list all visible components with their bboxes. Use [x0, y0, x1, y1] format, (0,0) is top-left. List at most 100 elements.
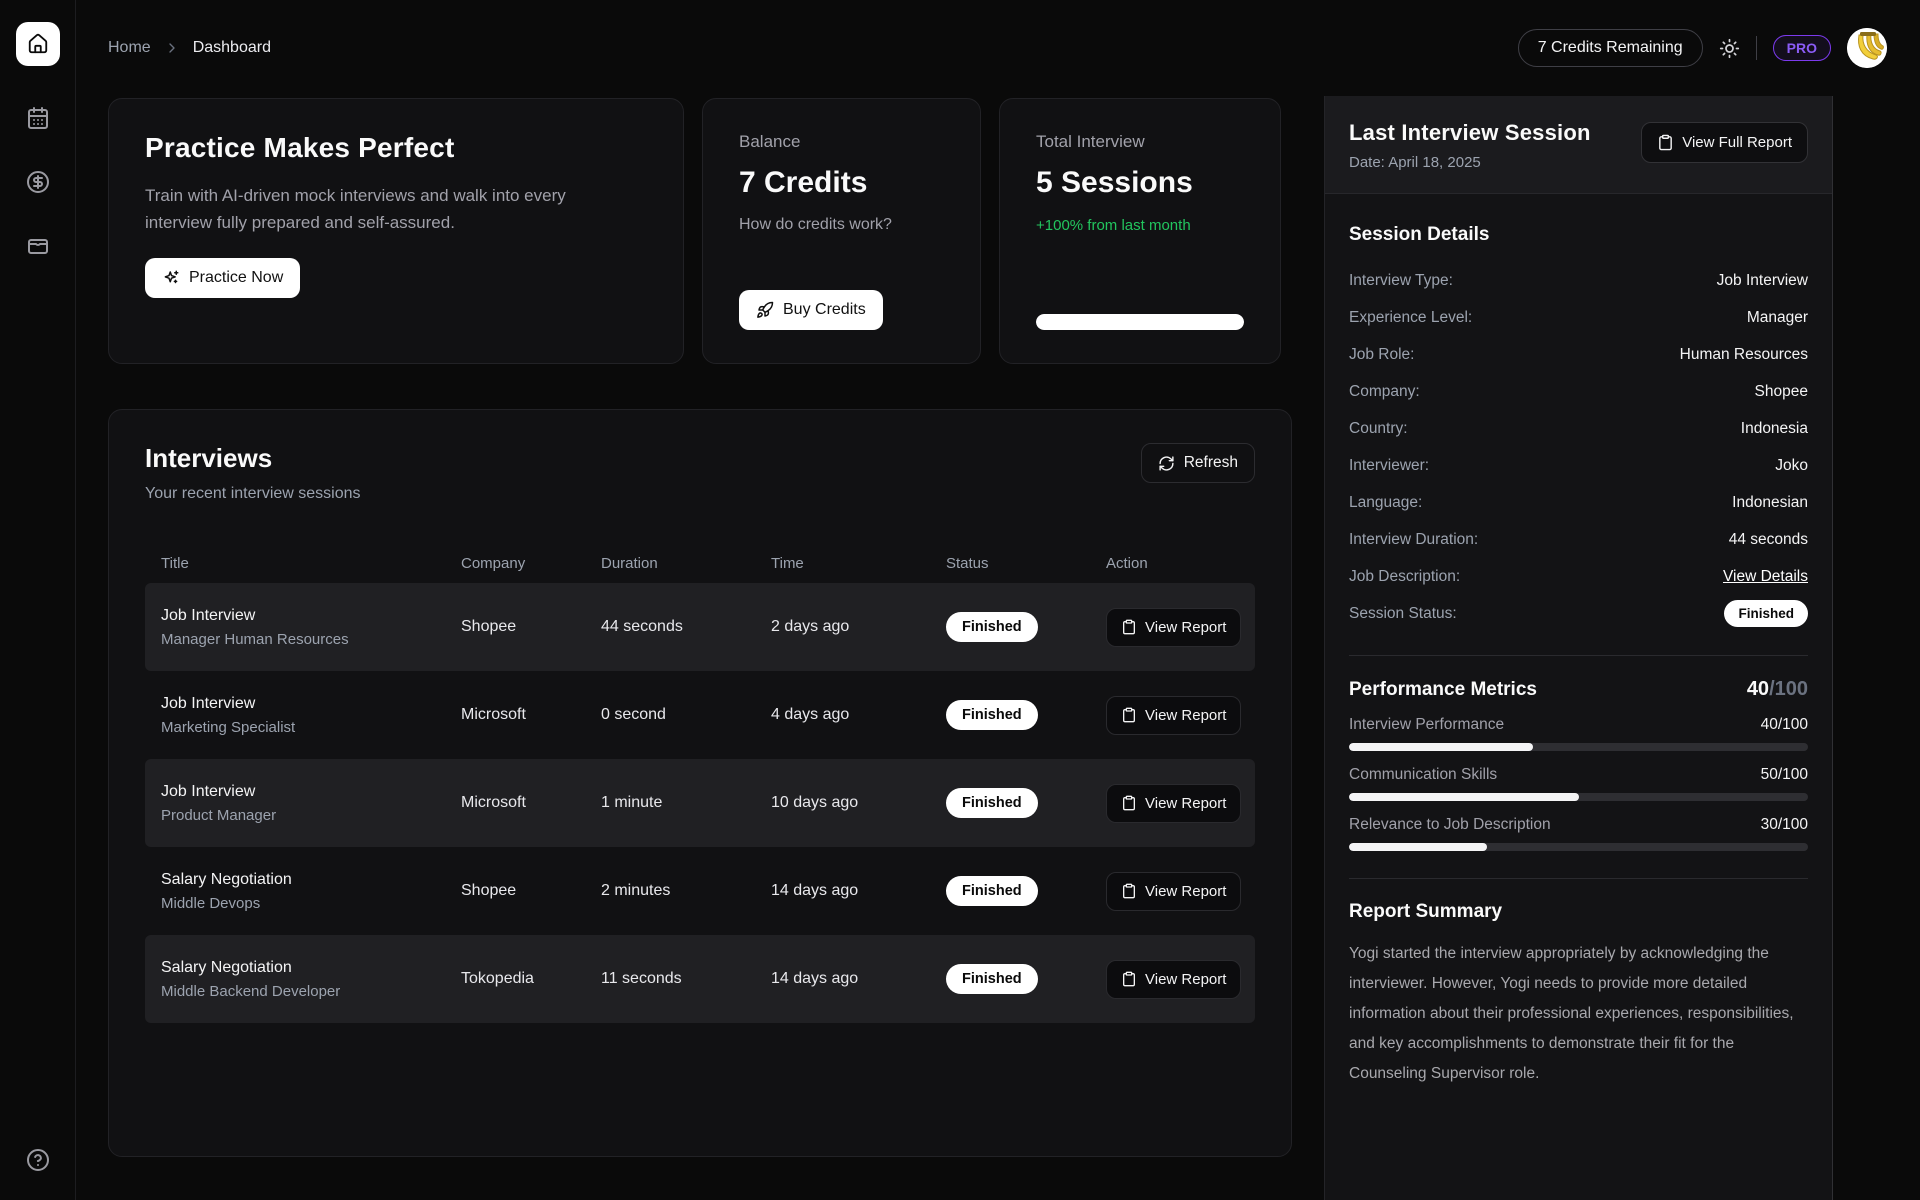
refresh-button[interactable]: Refresh	[1141, 443, 1255, 483]
total-interview-value: 5 Sessions	[1036, 166, 1244, 200]
sparkles-icon	[162, 269, 180, 287]
detail-row-job-description: Job Description: View Details	[1349, 558, 1808, 595]
detail-value: Human Resources	[1680, 346, 1808, 364]
detail-label: Country:	[1349, 420, 1408, 438]
row-subtitle: Middle Backend Developer	[161, 980, 445, 1003]
breadcrumb-current: Dashboard	[193, 39, 271, 57]
sidebar-item-billing[interactable]	[26, 170, 50, 194]
row-time: 4 days ago	[755, 706, 930, 724]
metric-value: 40/100	[1761, 716, 1808, 734]
detail-row: Interviewer: Joko	[1349, 447, 1808, 484]
view-report-button[interactable]: View Report	[1106, 960, 1241, 999]
view-report-label: View Report	[1145, 707, 1226, 724]
clipboard-icon	[1121, 707, 1137, 723]
session-status-badge: Finished	[1724, 600, 1808, 627]
detail-value: Indonesia	[1741, 420, 1808, 438]
table-row: Salary Negotiation Middle Devops Shopee …	[145, 847, 1255, 935]
column-company: Company	[445, 555, 585, 572]
breadcrumb-home[interactable]: Home	[108, 39, 151, 57]
column-action: Action	[1090, 555, 1255, 572]
sidebar-item-wallet[interactable]	[26, 234, 50, 258]
overall-score: 40/100	[1747, 678, 1808, 701]
detail-value: Job Interview	[1717, 272, 1808, 290]
refresh-label: Refresh	[1184, 454, 1238, 472]
dollar-circle-icon	[26, 170, 50, 194]
clipboard-icon	[1121, 619, 1137, 635]
view-report-button[interactable]: View Report	[1106, 872, 1241, 911]
detail-row: Language: Indonesian	[1349, 484, 1808, 521]
overall-score-value: 40	[1747, 678, 1769, 700]
row-title: Job Interview	[161, 604, 445, 628]
row-time: 2 days ago	[755, 618, 930, 636]
clipboard-icon	[1121, 883, 1137, 899]
last-session-title: Last Interview Session	[1349, 120, 1591, 146]
view-report-button[interactable]: View Report	[1106, 784, 1241, 823]
view-report-button[interactable]: View Report	[1106, 696, 1241, 735]
metric-bar-fill	[1349, 793, 1579, 801]
row-company: Shopee	[445, 618, 585, 636]
metric-label: Relevance to Job Description	[1349, 816, 1551, 834]
balance-card: Balance 7 Credits How do credits work?	[702, 98, 981, 364]
breadcrumb: Home Dashboard	[108, 39, 271, 57]
metric-bar	[1349, 793, 1808, 801]
detail-row: Interview Type: Job Interview	[1349, 262, 1808, 299]
sidebar-item-help[interactable]	[26, 1148, 50, 1172]
clipboard-icon	[1121, 971, 1137, 987]
performance-metrics-title: Performance Metrics	[1349, 679, 1537, 701]
refresh-icon	[1158, 455, 1175, 472]
last-session-date: Date: April 18, 2025	[1349, 154, 1591, 171]
view-full-report-button[interactable]: View Full Report	[1641, 122, 1808, 163]
view-details-link[interactable]: View Details	[1723, 568, 1808, 586]
clipboard-icon	[1657, 134, 1674, 151]
row-subtitle: Middle Devops	[161, 892, 445, 915]
sidebar-item-schedule[interactable]	[26, 106, 50, 130]
buy-credits-label: Buy Credits	[783, 301, 866, 319]
row-time: 14 days ago	[755, 882, 930, 900]
sidebar	[0, 0, 76, 1200]
detail-value: Indonesian	[1732, 494, 1808, 512]
help-icon	[26, 1148, 50, 1172]
detail-label: Job Description:	[1349, 568, 1460, 586]
detail-row: Country: Indonesia	[1349, 410, 1808, 447]
status-badge: Finished	[946, 876, 1038, 906]
detail-value: Shopee	[1755, 383, 1808, 401]
balance-value: 7 Credits	[739, 166, 944, 200]
practice-now-label: Practice Now	[189, 269, 283, 287]
column-status: Status	[930, 555, 1090, 572]
detail-label: Interviewer:	[1349, 457, 1429, 475]
detail-label: Interview Type:	[1349, 272, 1453, 290]
view-report-label: View Report	[1145, 971, 1226, 988]
detail-label: Interview Duration:	[1349, 531, 1478, 549]
row-subtitle: Marketing Specialist	[161, 716, 445, 739]
metric-bar	[1349, 843, 1808, 851]
last-session-panel: Last Interview Session Date: April 18, 2…	[1324, 96, 1833, 1200]
main-area: Home Dashboard 7 Credits Remaining PRO	[76, 0, 1920, 1200]
detail-label: Experience Level:	[1349, 309, 1472, 327]
practice-now-button[interactable]: Practice Now	[145, 258, 300, 298]
interviews-table: Title Company Duration Time Status Actio…	[145, 543, 1255, 1023]
table-row: Job Interview Manager Human Resources Sh…	[145, 583, 1255, 671]
user-avatar[interactable]	[1847, 28, 1887, 68]
row-title: Salary Negotiation	[161, 868, 445, 892]
theme-toggle-button[interactable]	[1719, 38, 1740, 59]
total-interview-label: Total Interview	[1036, 132, 1244, 152]
detail-value: Joko	[1775, 457, 1808, 475]
status-badge: Finished	[946, 964, 1038, 994]
practice-card: Practice Makes Perfect Train with AI-dri…	[108, 98, 684, 364]
row-company: Microsoft	[445, 794, 585, 812]
sidebar-item-home[interactable]	[16, 22, 60, 66]
detail-label: Company:	[1349, 383, 1420, 401]
total-interview-card: Total Interview 5 Sessions +100% from la…	[999, 98, 1281, 364]
detail-label: Language:	[1349, 494, 1422, 512]
column-duration: Duration	[585, 555, 755, 572]
credits-remaining-pill[interactable]: 7 Credits Remaining	[1518, 29, 1703, 67]
status-badge: Finished	[946, 700, 1038, 730]
table-row: Job Interview Product Manager Microsoft …	[145, 759, 1255, 847]
row-title: Job Interview	[161, 780, 445, 804]
total-interview-progress-fill	[1036, 314, 1244, 330]
view-report-button[interactable]: View Report	[1106, 608, 1241, 647]
credits-help-link[interactable]: How do credits work?	[739, 216, 944, 234]
buy-credits-button[interactable]: Buy Credits	[739, 290, 883, 330]
row-title: Salary Negotiation	[161, 956, 445, 980]
table-header: Title Company Duration Time Status Actio…	[145, 543, 1255, 583]
